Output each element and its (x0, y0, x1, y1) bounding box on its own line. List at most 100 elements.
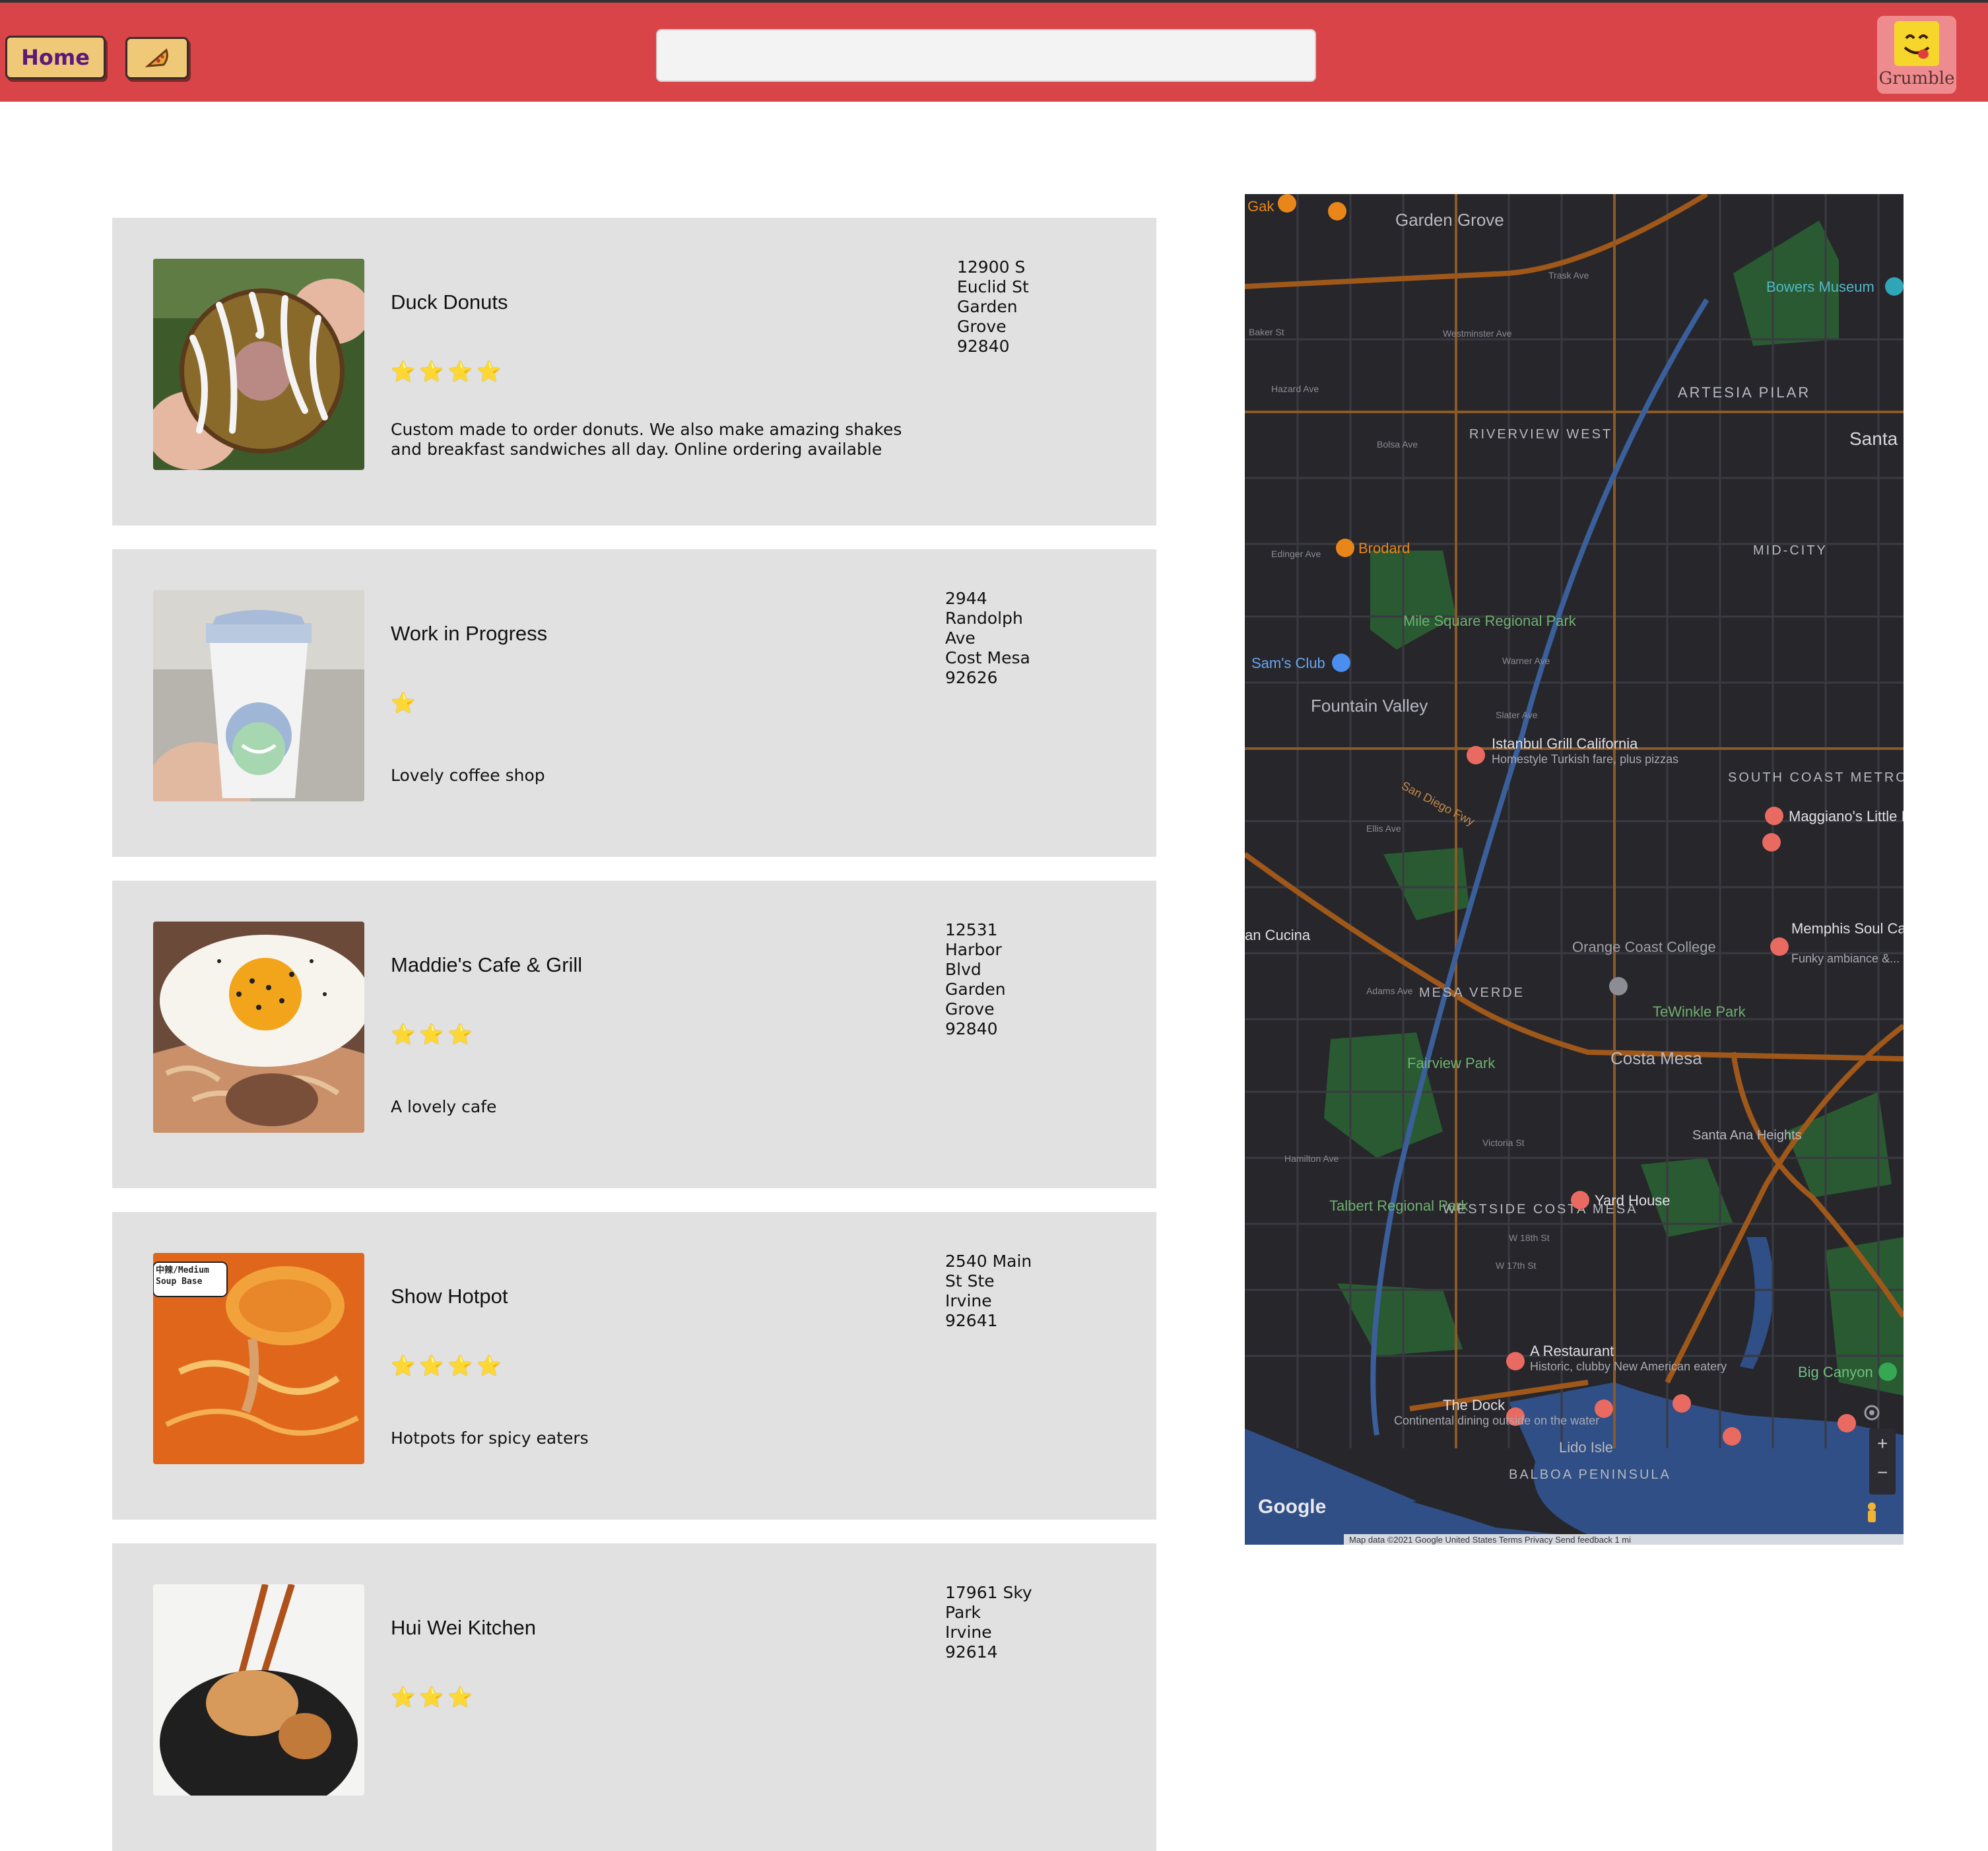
star-rating: ⭐ (391, 692, 420, 715)
star-rating: ⭐⭐⭐ (391, 1686, 477, 1709)
restaurant-card[interactable]: Maddie's Cafe & Grill ⭐⭐⭐ A lovely cafe … (112, 881, 1156, 1188)
star-rating: ⭐⭐⭐ (391, 1023, 477, 1046)
svg-text:Westminster Ave: Westminster Ave (1443, 328, 1512, 339)
place-label: Sam's Club (1251, 655, 1325, 671)
map-pin-icon[interactable] (1278, 194, 1346, 220)
restaurant-name[interactable]: Maddie's Cafe & Grill (391, 953, 582, 977)
place-label: Orange Coast College (1572, 939, 1716, 955)
restaurant-description: Custom made to order donuts. We also mak… (391, 420, 902, 459)
restaurant-card[interactable]: Hui Wei Kitchen ⭐⭐⭐ 17961 Sky Park Irvin… (112, 1543, 1156, 1851)
restaurant-address: 12900 S Euclid St Garden Grove 92840 (957, 257, 1029, 356)
donut-photo (153, 259, 364, 470)
map-pin-icon[interactable] (1332, 654, 1350, 672)
place-label: The Dock (1443, 1397, 1506, 1413)
restaurant-name[interactable]: Duck Donuts (391, 290, 508, 314)
grumble-logo-tile[interactable]: Grumble (1877, 16, 1956, 94)
map-attribution: Map data ©2021 Google United States Term… (1349, 1535, 1631, 1545)
restaurant-name[interactable]: Work in Progress (391, 622, 547, 646)
area-label: Fountain Valley (1311, 696, 1428, 716)
map-pin-icon[interactable] (1609, 977, 1628, 995)
map-pin-icon[interactable] (1770, 937, 1789, 956)
place-label: Bowers Museum (1766, 279, 1874, 295)
highways (1245, 194, 1904, 1411)
restaurant-address: 2540 Main St Ste Irvine 92641 (945, 1252, 1032, 1330)
svg-text:Baker St: Baker St (1249, 327, 1284, 337)
area-label: BALBOA PENINSULA (1509, 1467, 1671, 1482)
home-button[interactable]: Home (5, 36, 106, 79)
my-location-icon[interactable] (1864, 1405, 1880, 1421)
svg-text:W 17th St: W 17th St (1496, 1260, 1537, 1271)
svg-text:Warner Ave: Warner Ave (1502, 656, 1550, 666)
place-label: an Cucina (1245, 927, 1311, 943)
park-label: TeWinkle Park (1653, 1003, 1746, 1020)
place-sublabel: Continental dining outside on the water (1394, 1414, 1599, 1427)
brand-name: Grumble (1878, 69, 1955, 88)
coffee-cup-photo (153, 590, 364, 801)
restaurant-card[interactable]: Duck Donuts ⭐⭐⭐⭐ Custom made to order do… (112, 218, 1156, 525)
place-sublabel: Historic, clubby New American eatery (1530, 1360, 1727, 1373)
restaurant-address: 12531 Harbor Blvd Garden Grove 92840 (945, 920, 1006, 1038)
restaurant-card[interactable]: Work in Progress ⭐ Lovely coffee shop 29… (112, 549, 1156, 857)
area-label: SOUTH COAST METRO (1728, 770, 1904, 785)
restaurant-card[interactable]: 中辣/Medium Soup Base Show Hotpot ⭐⭐⭐⭐ Hot… (112, 1212, 1156, 1520)
map-pin-icon[interactable] (1885, 277, 1904, 296)
map-pin-icon[interactable] (1571, 1191, 1589, 1209)
zoom-in-button[interactable]: + (1877, 1433, 1888, 1454)
place-label: Yard House (1595, 1192, 1671, 1209)
park-label: Fairview Park (1407, 1055, 1496, 1071)
top-navigation-bar: Home Grumble (0, 0, 1988, 102)
place-markers: Gak Brodard Sam's Club Bowers Museum Ora… (1245, 194, 1904, 1446)
chopsticks-dish-photo (153, 1584, 364, 1796)
map-pin-icon[interactable] (1336, 539, 1354, 557)
restaurant-name[interactable]: Show Hotpot (391, 1285, 508, 1308)
pizza-slice-icon (145, 48, 168, 67)
search-input[interactable] (656, 29, 1316, 82)
svg-text:Slater Ave: Slater Ave (1496, 710, 1538, 720)
map-pin-icon[interactable] (1506, 1352, 1525, 1370)
google-map[interactable]: Garden Grove ARTESIA PILAR RIVERVIEW WES… (1245, 194, 1904, 1545)
place-label: Brodard (1358, 540, 1410, 556)
place-label: Big Canyon (1798, 1364, 1873, 1380)
area-label: Lido Isle (1559, 1439, 1613, 1456)
svg-text:Ellis Ave: Ellis Ave (1366, 823, 1401, 834)
park-label: Mile Square Regional Park (1403, 613, 1577, 629)
svg-text:Hazard Ave: Hazard Ave (1271, 384, 1319, 394)
svg-text:Edinger Ave: Edinger Ave (1271, 549, 1321, 559)
hotpot-photo: 中辣/Medium Soup Base (153, 1253, 364, 1464)
google-logo: Google (1258, 1496, 1326, 1518)
area-label: Santa Ana Heights (1692, 1128, 1802, 1143)
area-label: Santa (1849, 428, 1898, 449)
pizza-button[interactable] (125, 37, 189, 79)
svg-text:Bolsa Ave: Bolsa Ave (1377, 439, 1418, 450)
water-areas (1245, 1237, 1904, 1545)
place-label: Gak (1247, 198, 1275, 215)
area-label: MID-CITY (1753, 543, 1828, 558)
zoom-out-button[interactable]: − (1877, 1462, 1888, 1483)
map-pin-icon[interactable] (1467, 746, 1485, 764)
area-label: MESA VERDE (1419, 986, 1525, 1000)
soup-base-tag: 中辣/Medium Soup Base (156, 1265, 209, 1287)
restaurant-description: Lovely coffee shop (391, 766, 545, 785)
svg-text:Adams Ave: Adams Ave (1366, 986, 1413, 996)
restaurant-description: Hotpots for spicy eaters (391, 1429, 589, 1448)
park-label: Talbert Regional Park (1329, 1197, 1469, 1214)
restaurant-address: 2944 Randolph Ave Cost Mesa 92626 (945, 589, 1030, 687)
place-label: Memphis Soul Cafe & Bar (1791, 920, 1904, 937)
restaurant-name[interactable]: Hui Wei Kitchen (391, 1616, 536, 1640)
area-label: ARTESIA PILAR (1678, 384, 1810, 401)
street-view-pegman-icon[interactable] (1868, 1502, 1876, 1522)
svg-text:Trask Ave: Trask Ave (1548, 270, 1589, 281)
restaurant-description: A lovely cafe (391, 1097, 497, 1116)
zoom-controls[interactable]: + − (1869, 1429, 1896, 1495)
area-label: RIVERVIEW WEST (1469, 427, 1612, 442)
grumble-face-icon (1894, 21, 1939, 66)
area-label: Costa Mesa (1610, 1048, 1702, 1068)
place-label: Maggiano's Little I (1789, 808, 1904, 825)
place-label: A Restaurant (1530, 1343, 1614, 1359)
area-label: Garden Grove (1395, 210, 1504, 230)
svg-text:Victoria St: Victoria St (1482, 1137, 1525, 1148)
star-rating: ⭐⭐⭐⭐ (391, 360, 506, 384)
map-pin-icon[interactable] (1878, 1363, 1897, 1381)
fried-egg-bowl-photo (153, 922, 364, 1133)
place-sublabel: Funky ambiance &... (1791, 952, 1900, 965)
